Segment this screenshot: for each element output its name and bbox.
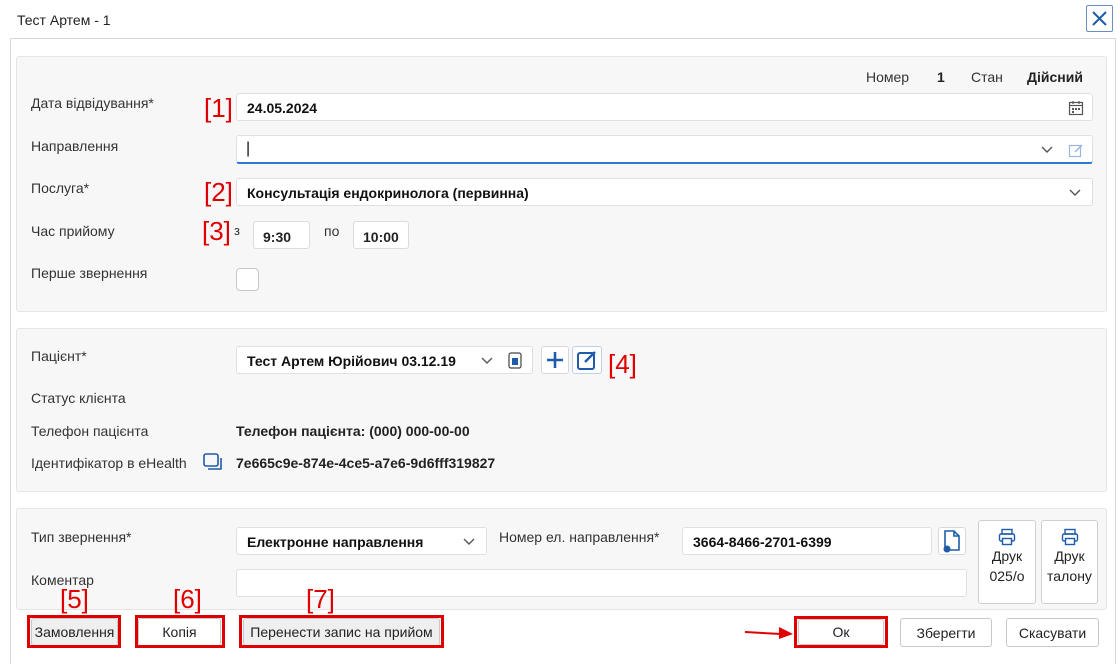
- time-from-input[interactable]: 9:30: [253, 221, 310, 249]
- document-icon: [943, 530, 960, 553]
- annotation-7: [7]: [306, 584, 335, 614]
- service-select[interactable]: Консультація ендокринолога (первинна): [236, 178, 1093, 206]
- window-titlebar: Тест Артем - 1: [0, 0, 1120, 38]
- referral-cursor: |: [246, 140, 251, 157]
- state-value: Дійсний: [1027, 69, 1083, 85]
- print-025-button[interactable]: Друк 025/о: [978, 520, 1036, 604]
- annotation-box-7: [239, 615, 444, 648]
- annotation-4: [4]: [608, 349, 637, 379]
- time-to-input[interactable]: 10:00: [353, 221, 409, 249]
- cancel-button[interactable]: Скасувати: [1006, 618, 1099, 647]
- ehealth-id-value: 7e665c9e-874e-4ce5-a7e6-9d6fff319827: [236, 455, 496, 471]
- first-visit-label: Перше звернення: [31, 265, 148, 281]
- chevron-down-icon[interactable]: [480, 355, 494, 365]
- card-icon[interactable]: [508, 352, 522, 369]
- edit-patient-button[interactable]: [572, 346, 602, 374]
- copy-icon[interactable]: [203, 453, 223, 471]
- annotation-1: [1]: [204, 93, 233, 123]
- appeal-type-label: Тип звернення*: [31, 529, 132, 545]
- time-label: Час прийому: [31, 223, 115, 239]
- time-from-label: з: [234, 223, 240, 238]
- appeal-type-select[interactable]: Електронне направлення: [236, 527, 487, 555]
- chevron-down-icon[interactable]: [462, 536, 476, 546]
- appeal-type-value: Електронне направлення: [247, 534, 424, 550]
- calendar-icon[interactable]: [1068, 100, 1084, 116]
- annotation-box-6: [135, 615, 225, 648]
- print-ticket-button[interactable]: Друк талону: [1041, 520, 1098, 604]
- ehealth-id-label: Ідентифікатор в eHealth: [31, 455, 187, 471]
- referral-document-button[interactable]: [938, 527, 966, 555]
- print-025-line1: Друк: [991, 548, 1023, 564]
- add-patient-button[interactable]: [541, 346, 569, 374]
- printer-icon: [998, 528, 1016, 546]
- service-value: Консультація ендокринолога (первинна): [247, 185, 529, 201]
- referral-number-label: Номер ел. направлення*: [499, 529, 660, 545]
- patient-label: Пацієнт*: [31, 348, 87, 364]
- patient-phone-value: Телефон пацієнта: (000) 000-00-00: [236, 423, 470, 439]
- state-label: Стан: [971, 69, 1003, 85]
- first-visit-checkbox[interactable]: [236, 268, 259, 291]
- print-ticket-line2: талону: [1047, 568, 1092, 584]
- referral-number-field[interactable]: 3664-8466-2701-6399: [682, 527, 932, 555]
- arrow-right-icon: [744, 627, 793, 639]
- edit-icon[interactable]: [1068, 142, 1084, 158]
- annotation-box-5: [27, 615, 121, 648]
- chevron-down-icon[interactable]: [1040, 144, 1054, 154]
- time-to-label: по: [324, 223, 340, 239]
- printer-icon: [1061, 528, 1078, 546]
- patient-select[interactable]: Тест Артем Юрійович 03.12.19: [236, 346, 533, 374]
- visit-date-label: Дата відвідування*: [31, 95, 154, 111]
- save-button[interactable]: Зберегти: [900, 618, 992, 647]
- annotation-5: [5]: [60, 584, 89, 614]
- print-ticket-line1: Друк: [1054, 548, 1085, 564]
- visit-date-value: 24.05.2024: [247, 100, 318, 116]
- number-value: 1: [937, 69, 945, 85]
- referral-label: Направлення: [31, 138, 119, 154]
- annotation-2: [2]: [204, 177, 233, 207]
- window-title: Тест Артем - 1: [17, 12, 111, 28]
- plus-icon: [547, 352, 563, 368]
- annotation-box-ok: [794, 616, 888, 648]
- annotation-6: [6]: [173, 584, 202, 614]
- close-icon: [1092, 11, 1107, 26]
- chevron-down-icon[interactable]: [1068, 187, 1082, 197]
- service-label: Послуга*: [31, 180, 90, 196]
- comment-field[interactable]: [236, 569, 967, 597]
- patient-phone-label: Телефон пацієнта: [31, 423, 149, 439]
- patient-value: Тест Артем Юрійович 03.12.19: [247, 353, 456, 369]
- client-status-label: Статус клієнта: [31, 390, 126, 406]
- visit-date-field[interactable]: 24.05.2024: [236, 93, 1093, 121]
- number-label: Номер: [866, 69, 910, 85]
- referral-number-value: 3664-8466-2701-6399: [693, 534, 832, 550]
- close-button[interactable]: [1086, 5, 1113, 32]
- edit-icon: [577, 351, 596, 370]
- annotation-3: [3]: [202, 216, 231, 246]
- print-025-line2: 025/о: [989, 568, 1025, 584]
- referral-field[interactable]: |: [236, 135, 1093, 164]
